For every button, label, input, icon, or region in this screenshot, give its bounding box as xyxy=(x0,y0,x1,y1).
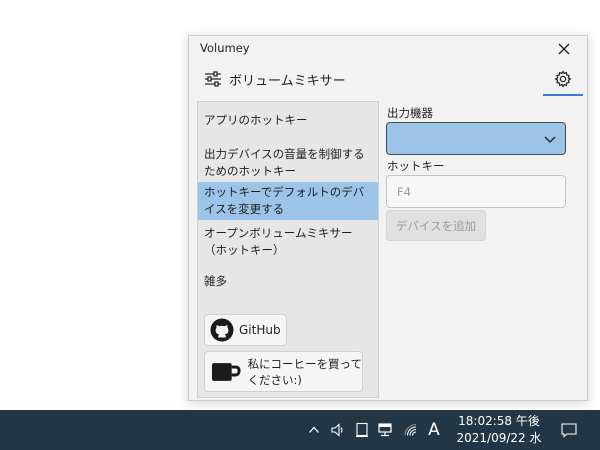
ime-mode-label: A xyxy=(428,420,440,440)
output-device-label: 出力機器 xyxy=(387,106,433,120)
hotkey-input[interactable] xyxy=(386,175,566,208)
ime-indicator[interactable]: A xyxy=(424,410,444,450)
output-device-select[interactable] xyxy=(386,122,566,155)
tray-app-button[interactable] xyxy=(352,410,372,450)
wifi-icon xyxy=(404,423,417,436)
sidebar-item-label: 雑多 xyxy=(204,274,227,288)
github-button[interactable]: GitHub xyxy=(204,314,287,346)
sidebar-item-device-volume-hotkeys[interactable]: 出力デバイスの音量を制御するためのホットキー xyxy=(198,146,378,180)
hotkey-label: ホットキー xyxy=(387,159,445,173)
clock[interactable]: 18:02:58 午後 2021/09/22 水 xyxy=(450,413,548,447)
volume-tray-button[interactable] xyxy=(327,410,349,450)
gear-icon xyxy=(554,70,572,88)
network-computer-icon xyxy=(378,423,392,437)
notifications-button[interactable] xyxy=(557,410,581,450)
sidebar-item-label: 出力デバイスの音量を制御するためのホットキー xyxy=(204,147,365,178)
speaker-icon xyxy=(331,423,343,437)
sidebar-item-label: アプリのホットキー xyxy=(204,113,308,127)
window-title: Volumey xyxy=(200,41,250,55)
sidebar-item-open-mixer-hotkey[interactable]: オープンボリュームミキサー（ホットキー） xyxy=(198,225,378,259)
sidebar-nav: アプリのホットキー 出力デバイスの音量を制御するためのホットキー ホットキーでデ… xyxy=(197,101,379,398)
clock-date: 2021/09/22 水 xyxy=(456,431,542,445)
settings-button[interactable] xyxy=(543,64,583,96)
mixer-title: ボリュームミキサー xyxy=(229,74,346,89)
close-button[interactable] xyxy=(553,38,575,60)
sidebar-item-misc[interactable]: 雑多 xyxy=(198,273,378,290)
sidebar-item-default-device-hotkeys[interactable]: ホットキーでデフォルトのデバイスを変更する xyxy=(198,182,378,220)
add-device-button[interactable]: デバイスを追加 xyxy=(386,210,486,241)
mixer-header: ボリュームミキサー xyxy=(189,64,587,96)
sidebar-item-label: ホットキーでデフォルトのデバイスを変更する xyxy=(204,185,365,216)
tablet-icon xyxy=(356,422,368,438)
sidebar-item-label: オープンボリュームミキサー（ホットキー） xyxy=(204,226,353,257)
buy-coffee-label: 私にコーヒーを買ってください:) xyxy=(247,356,362,387)
wifi-tray-button[interactable] xyxy=(400,410,422,450)
coffee-cup-icon xyxy=(211,362,241,381)
title-bar: Volumey xyxy=(189,36,587,62)
clock-time: 18:02:58 午後 xyxy=(458,414,540,428)
sidebar-item-app-hotkeys[interactable]: アプリのホットキー xyxy=(198,112,378,129)
close-icon xyxy=(558,43,570,55)
chevron-up-icon xyxy=(309,426,319,433)
volumey-window: Volumey ボリュームミキサー アプリのホットキー 出力デバイスの音量を制御… xyxy=(188,35,588,401)
taskbar: A 18:02:58 午後 2021/09/22 水 xyxy=(0,410,600,450)
chevron-down-icon xyxy=(544,136,556,143)
add-device-label: デバイスを追加 xyxy=(395,218,477,233)
network-tray-button[interactable] xyxy=(374,410,396,450)
github-label: GitHub xyxy=(239,323,281,337)
show-hidden-icons-button[interactable] xyxy=(305,410,323,450)
notification-icon xyxy=(561,423,577,438)
mixer-sliders-icon xyxy=(205,71,221,87)
buy-coffee-button[interactable]: 私にコーヒーを買ってください:) xyxy=(204,351,363,392)
github-icon xyxy=(210,318,234,342)
